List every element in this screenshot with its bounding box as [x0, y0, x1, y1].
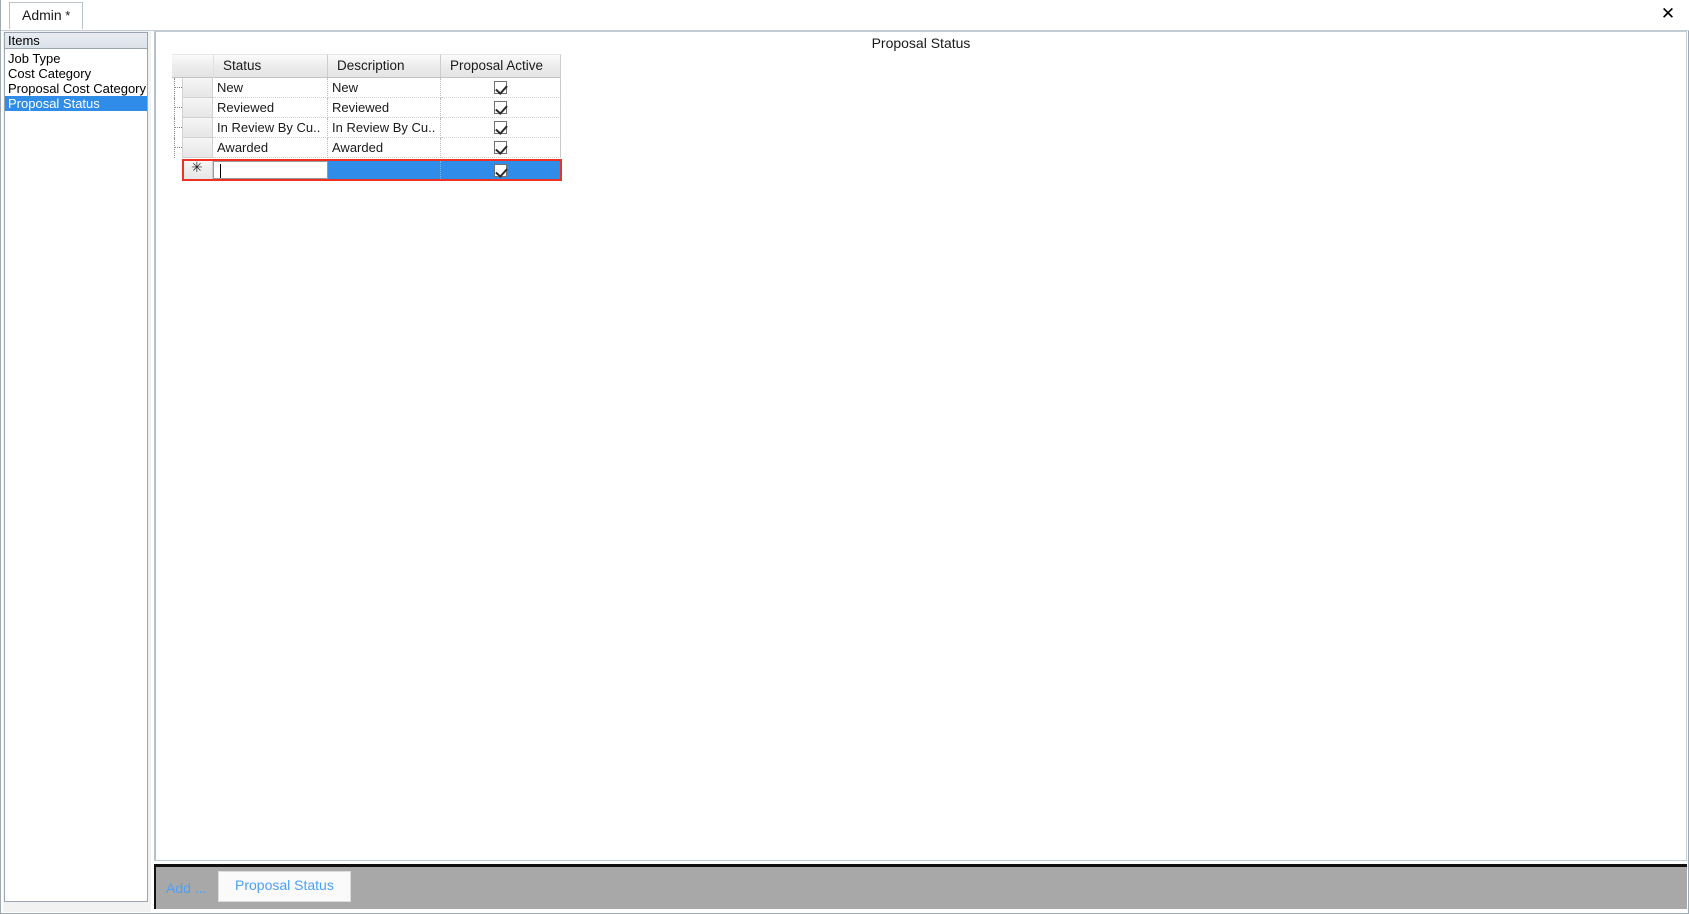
proposal-status-grid: Status Description Proposal Active New N…	[172, 54, 562, 181]
table-row[interactable]: New New	[172, 78, 562, 98]
tree-connector	[172, 118, 182, 138]
grid-header-row: Status Description Proposal Active	[172, 54, 562, 78]
cell-description[interactable]: In Review By Cu..	[328, 118, 441, 138]
proposal-active-checkbox[interactable]	[494, 141, 507, 154]
bottom-bar: Add ... Proposal Status	[154, 864, 1687, 909]
row-header-cell[interactable]	[182, 98, 213, 118]
table-row[interactable]: Awarded Awarded	[172, 138, 562, 158]
row-header-cell[interactable]	[182, 138, 213, 158]
row-header-cell[interactable]	[182, 118, 213, 138]
cell-proposal-active[interactable]	[441, 78, 561, 98]
sidebar-item-proposal-cost-category[interactable]: Proposal Cost Category	[5, 81, 147, 96]
sidebar-item-proposal-status[interactable]: Proposal Status	[5, 96, 147, 111]
sidebar-item-job-type[interactable]: Job Type	[5, 51, 147, 66]
cell-description[interactable]: New	[328, 78, 441, 98]
new-record-asterisk-icon: ✳	[191, 160, 203, 176]
cell-proposal-active[interactable]	[441, 98, 561, 118]
column-header-status[interactable]: Status	[213, 54, 328, 78]
proposal-active-checkbox[interactable]	[494, 81, 507, 94]
content-panel: Proposal Status Status Description Propo…	[154, 31, 1687, 861]
cell-status[interactable]: In Review By Cu..	[213, 118, 328, 138]
close-icon[interactable]: ✕	[1656, 3, 1680, 27]
table-row[interactable]: In Review By Cu.. In Review By Cu..	[172, 118, 562, 138]
page-title: Proposal Status	[871, 35, 971, 51]
cell-proposal-active[interactable]	[441, 118, 561, 138]
tab-admin-dirty-marker: *	[61, 8, 71, 23]
tab-admin-label: Admin	[22, 7, 62, 23]
cell-description[interactable]: Reviewed	[328, 98, 441, 118]
tab-strip: Admin * ✕	[1, 0, 1689, 31]
grid-header-spacer	[172, 54, 213, 78]
new-record-row[interactable]: ✳	[182, 159, 562, 181]
sidebar-list: Job Type Cost Category Proposal Cost Cat…	[4, 49, 148, 902]
new-record-proposal-active-cell[interactable]	[441, 161, 560, 179]
cell-status[interactable]: New	[213, 78, 328, 98]
bottom-tab-proposal-status[interactable]: Proposal Status	[218, 871, 351, 902]
proposal-active-checkbox[interactable]	[494, 121, 507, 134]
tab-admin[interactable]: Admin *	[9, 2, 84, 29]
cell-description[interactable]: Awarded	[328, 138, 441, 158]
cell-status[interactable]: Reviewed	[213, 98, 328, 118]
sidebar: Items Job Type Cost Category Proposal Co…	[3, 31, 151, 912]
text-caret	[220, 164, 221, 178]
cell-proposal-active[interactable]	[441, 138, 561, 158]
column-header-description[interactable]: Description	[328, 54, 441, 78]
cell-status[interactable]: Awarded	[213, 138, 328, 158]
new-record-row-header[interactable]: ✳	[184, 160, 213, 179]
column-header-proposal-active[interactable]: Proposal Active	[441, 54, 561, 78]
sidebar-item-cost-category[interactable]: Cost Category	[5, 66, 147, 81]
table-row[interactable]: Reviewed Reviewed	[172, 98, 562, 118]
proposal-active-checkbox[interactable]	[494, 101, 507, 114]
row-header-cell[interactable]	[182, 78, 213, 98]
tree-connector	[172, 98, 182, 118]
add-button[interactable]: Add ...	[166, 880, 206, 896]
tree-connector	[172, 78, 182, 98]
proposal-active-checkbox[interactable]	[494, 163, 507, 177]
application-window: Admin * ✕ Items Job Type Cost Category P…	[0, 0, 1689, 914]
status-input[interactable]	[213, 161, 328, 179]
description-input[interactable]	[328, 161, 441, 179]
tree-connector	[172, 138, 182, 158]
sidebar-header: Items	[4, 32, 148, 49]
